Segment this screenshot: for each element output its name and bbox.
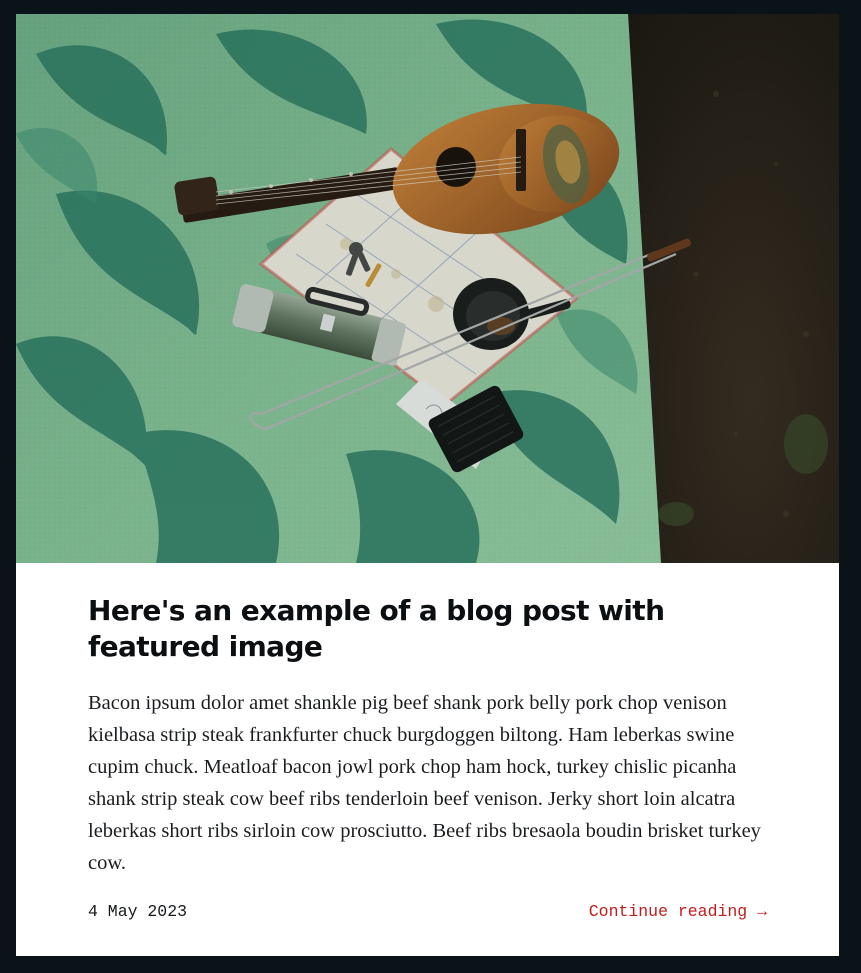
blog-post-card: Here's an example of a blog post with fe… xyxy=(16,14,839,956)
post-date: 4 May 2023 xyxy=(88,902,188,921)
post-meta: 4 May 2023 Continue reading → xyxy=(88,902,767,921)
post-body: Here's an example of a blog post with fe… xyxy=(16,563,839,921)
featured-image[interactable] xyxy=(16,14,839,563)
post-title[interactable]: Here's an example of a blog post with fe… xyxy=(88,593,767,665)
continue-reading-link[interactable]: Continue reading → xyxy=(589,902,767,921)
post-excerpt: Bacon ipsum dolor amet shankle pig beef … xyxy=(88,692,761,874)
